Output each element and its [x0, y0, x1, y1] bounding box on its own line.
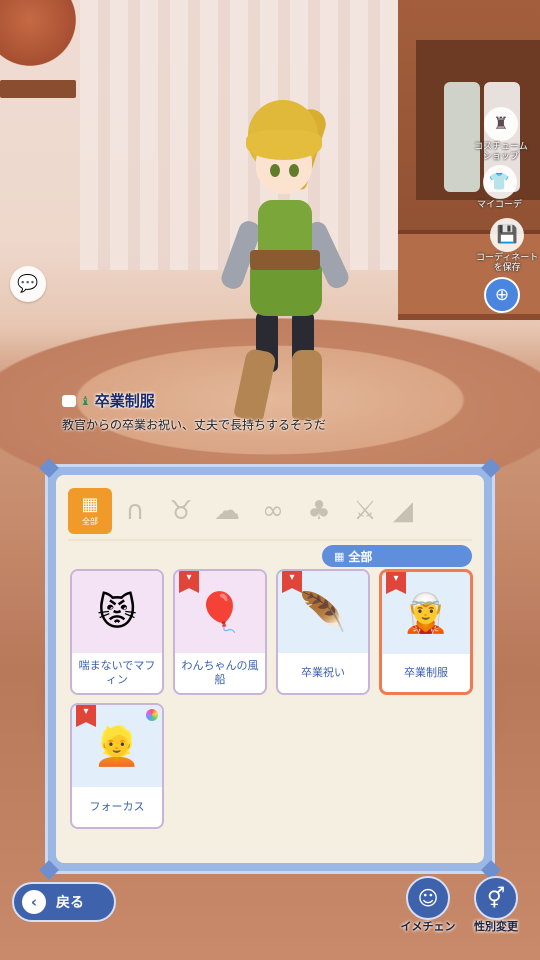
fox-mask-icon: ♉	[169, 496, 193, 526]
save-coordinate-button[interactable]: 💾 コーディネート を保存	[476, 218, 538, 273]
item-card-graduation-uniform[interactable]: 🧝 ▾ 卒業制服	[379, 569, 473, 695]
clay-pot	[0, 0, 76, 80]
save-icon: 💾	[490, 218, 525, 252]
tab-all-label: 全部	[82, 516, 98, 526]
tab-hair[interactable]: ☁	[204, 488, 250, 534]
tab-misc[interactable]: ◢	[388, 488, 418, 534]
item-info: ♝ 卒業制服 教官からの卒業お祝い、丈夫で長持ちするそうだ	[62, 390, 362, 434]
hanger-icon: ♜	[483, 107, 518, 141]
gender-change-button[interactable]: ⚥ 性別変更	[466, 876, 526, 934]
back-button[interactable]: ‹ 戻る	[12, 882, 116, 922]
tab-outfit[interactable]: ♣	[296, 488, 342, 534]
item-description: 教官からの卒業お祝い、丈夫で長持ちするそうだ	[62, 418, 327, 432]
chevron-left-icon: ‹	[22, 890, 46, 914]
player-character[interactable]	[200, 100, 352, 430]
tab-head-accessory[interactable]: ∩	[112, 488, 158, 534]
tab-weapon[interactable]: ⚔	[342, 488, 388, 534]
item-title: 卒業制服	[94, 392, 155, 410]
tab-eye[interactable]: ∞	[250, 488, 296, 534]
image-change-label: イメチェン	[400, 920, 456, 933]
wardrobe-panel: ▦ 全部 ∩ ♉ ☁ ∞ ♣ ⚔ ◢ ▦ 全部 😾 喘まないでマフィン 🎈 ▾ …	[39, 458, 501, 880]
filter-dropdown[interactable]: ▦ 全部	[322, 545, 472, 567]
wall-shelf	[0, 80, 76, 98]
my-coordinate-button[interactable]: 👕 マイコーデ	[477, 165, 522, 210]
eye-mask-icon: ∞	[262, 496, 284, 526]
costume-shop-label: コスチューム ショップ	[474, 142, 528, 162]
cat-ears-icon: ∩	[125, 496, 145, 526]
divider	[68, 539, 472, 541]
back-label: 戻る	[56, 895, 84, 911]
sword-icon: ⚔	[353, 496, 377, 526]
costume-shop-button[interactable]: ♜ コスチューム ショップ	[474, 107, 528, 162]
grid-icon: ▦	[334, 549, 345, 563]
chat-icon: 💬	[17, 274, 39, 294]
zoom-button[interactable]: ⊕	[484, 277, 520, 313]
gender-change-label: 性別変更	[474, 920, 518, 933]
my-coordinate-label: マイコーデ	[477, 200, 523, 210]
outfit-icon: ♣	[307, 496, 331, 526]
grid-icon: ▦	[81, 493, 99, 515]
outfit-icon	[62, 394, 76, 407]
avatar-icon: ☺	[406, 876, 450, 920]
item-card-name: 卒業祝い	[301, 666, 345, 679]
filter-label: 全部	[348, 549, 373, 564]
item-card-dog-balloon[interactable]: 🎈 ▾ わんちゃんの風船	[173, 569, 267, 695]
shirt-icon: 👕	[482, 165, 517, 199]
zoom-in-icon: ⊕	[494, 285, 510, 305]
rarity-icon: ♝	[80, 393, 91, 408]
chat-button[interactable]: 💬	[10, 266, 46, 302]
item-card-name: わんちゃんの風船	[181, 659, 259, 686]
gender-icon: ⚥	[474, 876, 518, 920]
category-tabs: ▦ 全部 ∩ ♉ ☁ ∞ ♣ ⚔ ◢	[68, 487, 480, 535]
misc-icon: ◢	[393, 496, 413, 526]
item-card-name: フォーカス	[89, 800, 145, 813]
tab-all[interactable]: ▦ 全部	[68, 488, 112, 534]
item-card-muffin[interactable]: 😾 喘まないでマフィン	[70, 569, 164, 695]
image-change-button[interactable]: ☺ イメチェン	[398, 876, 458, 934]
tab-face-accessory[interactable]: ♉	[158, 488, 204, 534]
item-card-focus[interactable]: 👱 ▾ フォーカス	[70, 703, 164, 829]
color-palette-icon	[146, 709, 158, 721]
muffin-cat-icon: 😾	[72, 571, 162, 653]
item-card-name: 喘まないでマフィン	[78, 659, 156, 686]
item-card-name: 卒業制服	[404, 666, 448, 679]
item-card-graduation-gift[interactable]: 🪶 ▾ 卒業祝い	[276, 569, 370, 695]
save-coordinate-label: コーディネート を保存	[476, 253, 539, 273]
hair-icon: ☁	[214, 496, 240, 526]
